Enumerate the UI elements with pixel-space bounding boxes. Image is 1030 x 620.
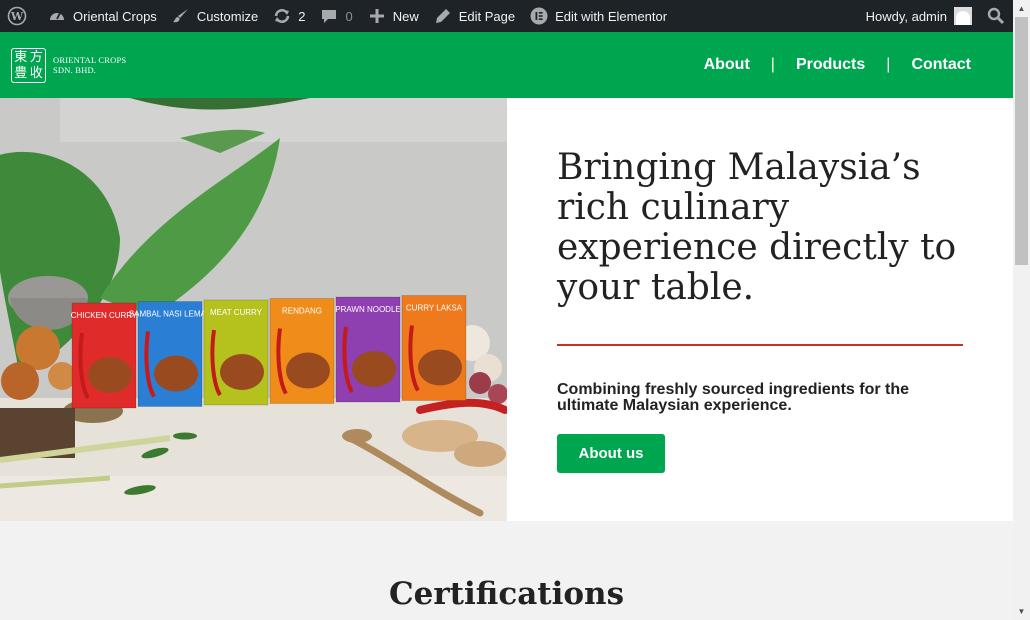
updates-count: 2 [298,8,306,24]
hero-heading: Bringing Malaysia’s rich culinary experi… [557,147,957,308]
product-pack: MEAT CURRY [203,299,269,406]
hero-divider [557,344,963,346]
hero-section: CHICKEN CURRY SAMBAL NASI LEMAK MEAT CURRY… [0,98,1013,521]
about-us-button[interactable]: About us [557,434,665,473]
svg-text:W: W [10,10,24,23]
customize-link[interactable]: Customize [164,0,265,32]
product-pack: PRAWN NOODLE [335,296,401,403]
avatar [954,7,972,25]
edit-with-elementor-label: Edit with Elementor [555,8,668,24]
certifications-title: Certifications [388,576,625,612]
logo-line-2: SDN. BHD. [53,65,97,75]
wordpress-logo-menu[interactable]: W [0,0,40,32]
product-pack-label: SAMBAL NASI LEMAK [129,310,212,319]
elementor-icon [529,6,549,26]
comments-link[interactable]: 0 [312,0,359,32]
site-name-label: Oriental Crops [73,8,157,24]
logo-glyph: 豊 [14,65,28,81]
site-header: 東 方 豊 收 ORIENTAL CROPS SDN. BHD. About |… [0,32,1013,98]
nav-separator: | [770,56,775,73]
logo-glyph: 收 [29,65,43,81]
new-content-link[interactable]: New [360,0,426,32]
admin-search-button[interactable] [979,0,1013,32]
product-pack-label: CURRY LAKSA [406,304,463,313]
nav-products[interactable]: Products [784,56,877,74]
comment-bubble-icon [319,6,339,26]
site-name-link[interactable]: Oriental Crops [40,0,164,32]
logo-glyph: 東 [14,49,28,65]
hero-subheading: Combining freshly sourced ingredients fo… [557,381,910,414]
product-pack-label: RENDANG [282,307,322,316]
product-pack: SAMBAL NASI LEMAK [129,301,212,407]
new-label: New [392,8,419,24]
scroll-down-icon[interactable]: ▼ [1013,603,1030,620]
product-pack-label: PRAWN NOODLE [335,305,401,314]
logo-glyph: 方 [29,49,43,65]
hero-product-image: CHICKEN CURRY SAMBAL NASI LEMAK MEAT CURRY… [0,98,507,521]
updates-link[interactable]: 2 [265,0,312,32]
product-pack: CHICKEN CURRY [71,302,138,409]
edit-page-link[interactable]: Edit Page [426,0,522,32]
nav-contact[interactable]: Contact [899,56,983,74]
nav-about[interactable]: About [692,56,762,74]
site-logo[interactable]: 東 方 豊 收 ORIENTAL CROPS SDN. BHD. [11,47,126,83]
search-icon [986,6,1006,26]
product-packs: CHICKEN CURRYSAMBAL NASI LEMAKMEAT CURRY… [71,295,467,409]
scrollbar-thumb[interactable] [1015,17,1028,265]
product-pack-label: MEAT CURRY [210,308,263,317]
customize-label: Customize [196,8,259,24]
refresh-icon [272,6,292,26]
wp-admin-bar: W Oriental Crops Customize 2 0 New Edit … [0,0,1013,32]
page-scrollbar[interactable]: ▲ ▼ [1013,0,1030,620]
main-nav: About | Products | Contact [692,56,983,74]
dashboard-gauge-icon [47,6,67,26]
wordpress-icon: W [7,6,27,26]
hero-content: Bringing Malaysia’s rich culinary experi… [557,148,967,473]
product-pack: CURRY LAKSA [401,295,467,401]
logo-line-1: ORIENTAL CROPS [53,55,127,65]
pencil-icon [433,6,453,26]
edit-with-elementor-link[interactable]: Edit with Elementor [522,0,674,32]
comments-count: 0 [345,8,353,24]
brush-icon [171,6,191,26]
edit-page-label: Edit Page [458,8,516,24]
scroll-up-icon[interactable]: ▲ [1013,0,1030,17]
product-pack: RENDANG [269,298,335,404]
nav-separator: | [886,56,891,73]
logo-text: ORIENTAL CROPS SDN. BHD. [53,55,126,75]
howdy-label: Howdy, admin [865,8,947,24]
logo-mark: 東 方 豊 收 [11,47,46,83]
my-account-menu[interactable]: Howdy, admin [859,0,979,32]
plus-icon [367,6,387,26]
